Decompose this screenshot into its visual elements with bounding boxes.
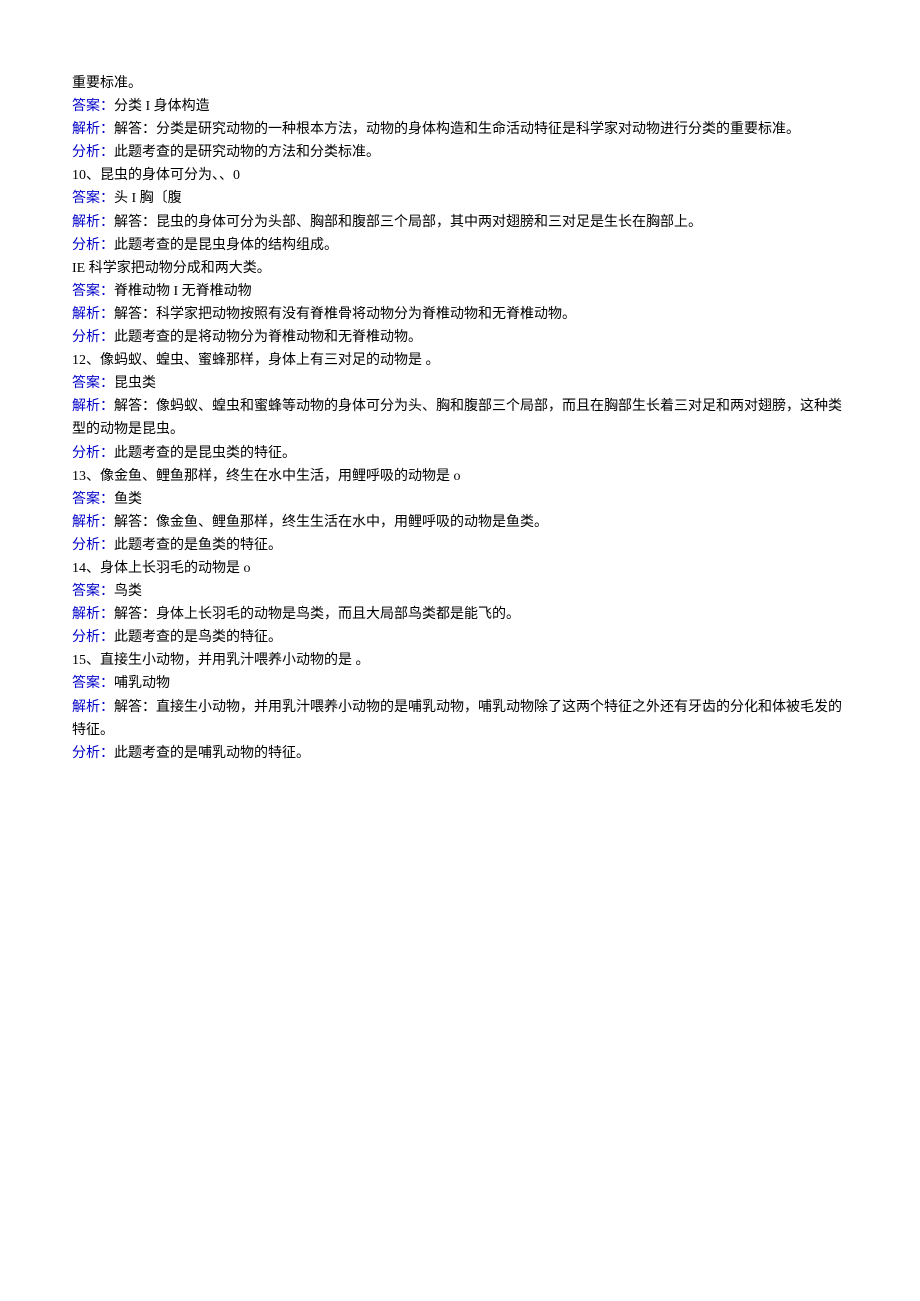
content-text: 此题考查的是研究动物的方法和分类标准。 <box>114 145 380 160</box>
content-text: 头 I 胸〔腹 <box>114 191 182 206</box>
text-line: IE 科学家把动物分成和两大类。 <box>72 257 848 280</box>
label-text: 答案： <box>72 99 114 114</box>
label-text: 解析： <box>72 700 114 715</box>
text-line: 12、像蚂蚁、蝗虫、蜜蜂那样，身体上有三对足的动物是 。 <box>72 349 848 372</box>
label-text: 解析： <box>72 399 114 414</box>
text-line: 分析：此题考查的是鸟类的特征。 <box>72 626 848 649</box>
text-line: 答案：鸟类 <box>72 580 848 603</box>
label-text: 答案： <box>72 584 114 599</box>
text-line: 答案：脊椎动物 I 无脊椎动物 <box>72 280 848 303</box>
content-text: 此题考查的是昆虫身体的结构组成。 <box>114 238 338 253</box>
content-text: 此题考查的是鸟类的特征。 <box>114 630 282 645</box>
text-line: 分析：此题考查的是昆虫身体的结构组成。 <box>72 234 848 257</box>
content-text: 鸟类 <box>114 584 142 599</box>
content-text: IE 科学家把动物分成和两大类。 <box>72 261 271 276</box>
label-text: 解析： <box>72 215 114 230</box>
text-line: 解析：解答：直接生小动物，并用乳汁喂养小动物的是哺乳动物，哺乳动物除了这两个特征… <box>72 696 848 742</box>
content-text: 解答：昆虫的身体可分为头部、胸部和腹部三个局部，其中两对翅膀和三对足是生长在胸部… <box>114 215 702 230</box>
text-line: 分析：此题考查的是鱼类的特征。 <box>72 534 848 557</box>
text-line: 分析：此题考查的是将动物分为脊椎动物和无脊椎动物。 <box>72 326 848 349</box>
text-line: 重要标准。 <box>72 72 848 95</box>
text-line: 14、身体上长羽毛的动物是 o <box>72 557 848 580</box>
content-text: 解答：分类是研究动物的一种根本方法，动物的身体构造和生命活动特征是科学家对动物进… <box>114 122 800 137</box>
content-text: 鱼类 <box>114 492 142 507</box>
content-text: 14、身体上长羽毛的动物是 o <box>72 561 251 576</box>
label-text: 答案： <box>72 492 114 507</box>
label-text: 答案： <box>72 191 114 206</box>
text-line: 解析：解答：分类是研究动物的一种根本方法，动物的身体构造和生命活动特征是科学家对… <box>72 118 848 141</box>
content-text: 解答：身体上长羽毛的动物是鸟类，而且大局部鸟类都是能飞的。 <box>114 607 520 622</box>
text-line: 15、直接生小动物，并用乳汁喂养小动物的是 。 <box>72 649 848 672</box>
label-text: 分析： <box>72 746 114 761</box>
content-text: 哺乳动物 <box>114 676 170 691</box>
text-line: 分析：此题考查的是昆虫类的特征。 <box>72 442 848 465</box>
text-line: 分析：此题考查的是哺乳动物的特征。 <box>72 742 848 765</box>
content-text: 昆虫类 <box>114 376 156 391</box>
content-text: 15、直接生小动物，并用乳汁喂养小动物的是 。 <box>72 653 370 668</box>
content-text: 此题考查的是哺乳动物的特征。 <box>114 746 310 761</box>
text-line: 答案：哺乳动物 <box>72 672 848 695</box>
content-text: 解答：直接生小动物，并用乳汁喂养小动物的是哺乳动物，哺乳动物除了这两个特征之外还… <box>72 700 842 738</box>
label-text: 解析： <box>72 607 114 622</box>
text-line: 解析：解答：身体上长羽毛的动物是鸟类，而且大局部鸟类都是能飞的。 <box>72 603 848 626</box>
content-text: 12、像蚂蚁、蝗虫、蜜蜂那样，身体上有三对足的动物是 。 <box>72 353 440 368</box>
text-line: 答案：分类 I 身体构造 <box>72 95 848 118</box>
text-line: 解析：解答：昆虫的身体可分为头部、胸部和腹部三个局部，其中两对翅膀和三对足是生长… <box>72 211 848 234</box>
text-line: 10、昆虫的身体可分为、、0 <box>72 164 848 187</box>
label-text: 解析： <box>72 515 114 530</box>
label-text: 分析： <box>72 538 114 553</box>
content-text: 此题考查的是将动物分为脊椎动物和无脊椎动物。 <box>114 330 422 345</box>
label-text: 分析： <box>72 145 114 160</box>
content-text: 重要标准。 <box>72 76 142 91</box>
label-text: 解析： <box>72 122 114 137</box>
content-text: 解答：像蚂蚁、蝗虫和蜜蜂等动物的身体可分为头、胸和腹部三个局部，而且在胸部生长着… <box>72 399 842 437</box>
text-line: 解析：解答：像金鱼、鲤鱼那样，终生生活在水中，用鲤呼吸的动物是鱼类。 <box>72 511 848 534</box>
text-line: 答案：头 I 胸〔腹 <box>72 187 848 210</box>
label-text: 答案： <box>72 376 114 391</box>
label-text: 分析： <box>72 446 114 461</box>
content-text: 分类 I 身体构造 <box>114 99 210 114</box>
content-text: 解答：科学家把动物按照有没有脊椎骨将动物分为脊椎动物和无脊椎动物。 <box>114 307 576 322</box>
content-text: 解答：像金鱼、鲤鱼那样，终生生活在水中，用鲤呼吸的动物是鱼类。 <box>114 515 548 530</box>
text-line: 解析：解答：像蚂蚁、蝗虫和蜜蜂等动物的身体可分为头、胸和腹部三个局部，而且在胸部… <box>72 395 848 441</box>
label-text: 分析： <box>72 630 114 645</box>
content-text: 13、像金鱼、鲤鱼那样，终生在水中生活，用鲤呼吸的动物是 o <box>72 469 461 484</box>
label-text: 解析： <box>72 307 114 322</box>
content-text: 此题考查的是昆虫类的特征。 <box>114 446 296 461</box>
label-text: 分析： <box>72 238 114 253</box>
text-line: 答案：鱼类 <box>72 488 848 511</box>
label-text: 答案： <box>72 676 114 691</box>
content-text: 此题考查的是鱼类的特征。 <box>114 538 282 553</box>
label-text: 答案： <box>72 284 114 299</box>
document-body: 重要标准。答案：分类 I 身体构造解析：解答：分类是研究动物的一种根本方法，动物… <box>72 72 848 765</box>
content-text: 10、昆虫的身体可分为、、0 <box>72 168 240 183</box>
label-text: 分析： <box>72 330 114 345</box>
content-text: 脊椎动物 I 无脊椎动物 <box>114 284 252 299</box>
text-line: 答案：昆虫类 <box>72 372 848 395</box>
text-line: 分析：此题考查的是研究动物的方法和分类标准。 <box>72 141 848 164</box>
text-line: 13、像金鱼、鲤鱼那样，终生在水中生活，用鲤呼吸的动物是 o <box>72 465 848 488</box>
text-line: 解析：解答：科学家把动物按照有没有脊椎骨将动物分为脊椎动物和无脊椎动物。 <box>72 303 848 326</box>
